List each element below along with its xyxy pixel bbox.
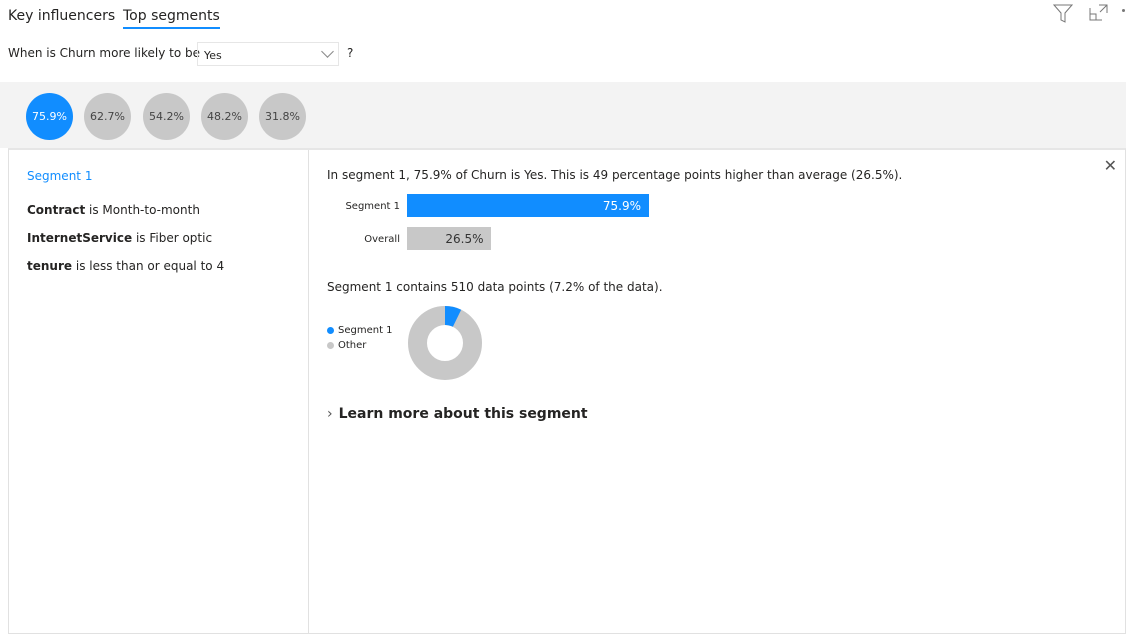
overall-bar: 26.5%: [407, 227, 492, 250]
segment-bar: 75.9%: [407, 194, 649, 217]
segment-donut-chart: [408, 306, 482, 380]
legend-other: Other: [327, 340, 366, 351]
question-label: When is Churn more likely to be: [8, 46, 200, 60]
segment-conditions-pane: Segment 1 Contract is Month-to-month Int…: [9, 150, 309, 633]
condition: tenure is less than or equal to 4: [27, 259, 224, 273]
help-icon[interactable]: ?: [347, 46, 353, 60]
close-icon[interactable]: ✕: [1104, 156, 1117, 175]
segment-bubble[interactable]: 62.7%: [84, 93, 131, 140]
tab-top-segments[interactable]: Top segments: [123, 8, 220, 29]
segment-bubble[interactable]: 31.8%: [259, 93, 306, 140]
segment-title: Segment 1: [27, 169, 93, 183]
condition-field: tenure: [27, 259, 73, 273]
tab-key-influencers[interactable]: Key influencers: [8, 8, 115, 24]
condition-field: InternetService: [27, 231, 133, 245]
dropdown-value: Yes: [204, 49, 222, 62]
segment-bubble[interactable]: 48.2%: [201, 93, 248, 140]
filter-icon[interactable]: [1053, 4, 1073, 23]
bar-value: 75.9%: [602, 199, 641, 213]
segment-summary: In segment 1, 75.9% of Churn is Yes. Thi…: [327, 168, 903, 182]
condition-text: is Fiber optic: [135, 231, 213, 245]
chevron-down-icon: [321, 45, 334, 58]
bar-value: 26.5%: [445, 232, 484, 246]
segment-bubble[interactable]: 54.2%: [143, 93, 190, 140]
churn-value-dropdown[interactable]: Yes: [197, 42, 339, 66]
learn-more-toggle[interactable]: › Learn more about this segment: [327, 406, 588, 422]
focus-mode-icon[interactable]: [1089, 4, 1108, 21]
legend-segment: Segment 1: [327, 325, 393, 336]
bar-label: Overall: [364, 234, 400, 245]
learn-more-label: Learn more about this segment: [338, 406, 588, 422]
segment-size-text: Segment 1 contains 510 data points (7.2%…: [327, 280, 663, 294]
chevron-right-icon: ›: [327, 406, 333, 422]
condition-text: is Month-to-month: [89, 203, 200, 217]
condition: Contract is Month-to-month: [27, 203, 200, 217]
condition-field: Contract: [27, 203, 86, 217]
legend-dot: [327, 327, 334, 334]
segment-detail-panel: Segment 1 Contract is Month-to-month Int…: [8, 148, 1126, 634]
condition: InternetService is Fiber optic: [27, 231, 212, 245]
more-options-icon[interactable]: [1122, 9, 1125, 12]
segment-bubble[interactable]: 75.9%: [26, 93, 73, 140]
legend-dot: [327, 342, 334, 349]
legend-label: Segment 1: [338, 325, 393, 336]
legend-label: Other: [338, 340, 367, 351]
bar-label: Segment 1: [345, 201, 400, 212]
condition-text: is less than or equal to 4: [75, 259, 225, 273]
